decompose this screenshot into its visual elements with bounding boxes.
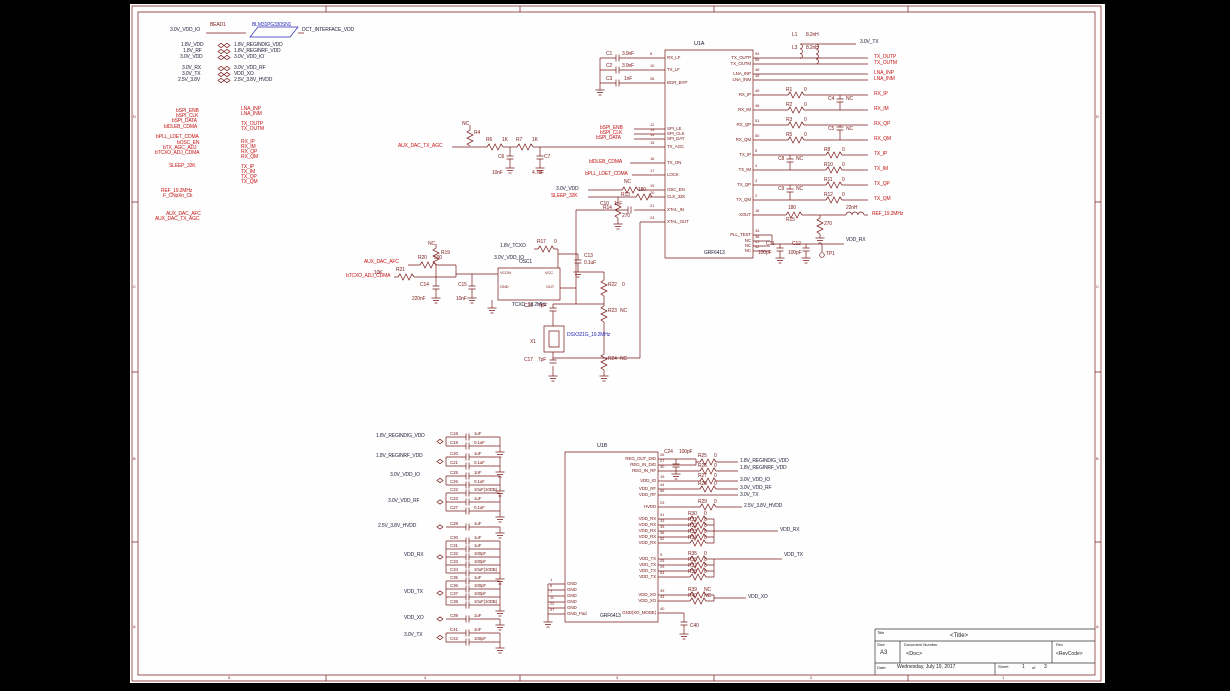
sheet-label: Sheet [998,664,1009,669]
rev-label: Rev [1056,642,1064,647]
doc-number: <Doc> [906,651,923,657]
sheet-size: A3 [880,650,888,656]
of-label: of [1032,665,1036,670]
title-block: Title <Title> Size A3 Document Number <D… [0,0,1230,691]
sheet-number: 1 [1022,664,1025,670]
rev-code: <RevCode> [1056,651,1083,657]
sheet-total: 3 [1044,664,1047,670]
date-label: Date: [877,665,887,670]
schematic-viewer: 3.0V_VDD_IO BEAD1 BLM31PG330SN1 DCT_INTERFA… [0,0,1230,691]
size-label: Size [877,642,885,647]
date-value: Wednesday, July 19, 2017 [897,664,956,670]
docnum-label: Document Number [904,642,938,647]
sheet-title: <Title> [950,633,969,639]
title-label: Title [877,630,885,635]
